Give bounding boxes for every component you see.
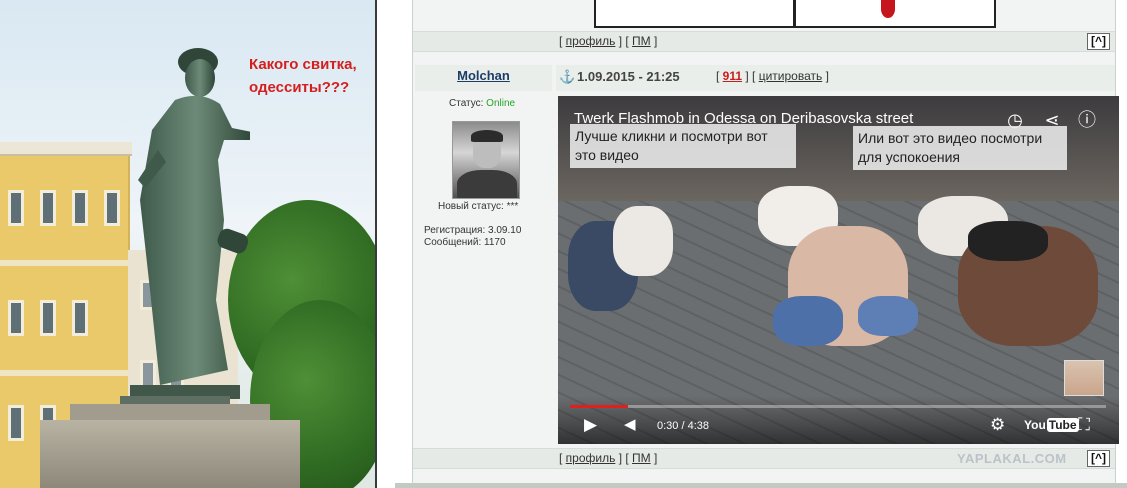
youtube-logo[interactable]: You Tube: [1024, 418, 1079, 432]
video-dancer: [613, 206, 673, 276]
author-name-link[interactable]: Molchan: [457, 68, 510, 83]
post-actions: [ профиль ] [ ПМ ]: [559, 451, 658, 465]
status-value: Online: [486, 98, 516, 109]
previous-post-image: [594, 0, 996, 28]
duke-statue-photo: Какого свитка, одесситы???: [0, 0, 375, 488]
youtube-logo-you: You: [1024, 418, 1046, 432]
quote-link[interactable]: цитировать: [759, 69, 823, 83]
post-number-link[interactable]: 911: [723, 69, 742, 83]
scroll-up-button[interactable]: [^]: [1087, 33, 1110, 50]
messages-value: 1170: [484, 237, 506, 248]
youtube-logo-tube: Tube: [1046, 418, 1079, 432]
registration-label: Регистрация:: [424, 225, 486, 236]
video-dancer: [968, 221, 1048, 261]
author-stats: Регистрация: 3.09.10 Сообщений: 1170: [424, 225, 521, 249]
previous-post-actions-row: [ профиль ] [ ПМ ] [^]: [413, 31, 1115, 52]
horizontal-scrollbar[interactable]: [395, 483, 1127, 488]
new-status: Новый статус: ***: [438, 201, 519, 212]
post-meta-cell: ⚓ 1.09.2015 - 21:25 [ 911 ] [ цитировать…: [556, 65, 1115, 91]
forum-thread: [ профиль ] [ ПМ ] [^] Molchan ⚓ 1.09.20…: [377, 0, 1127, 488]
post-date: 1.09.2015 - 21:25: [577, 69, 680, 84]
play-icon[interactable]: ▶: [584, 414, 597, 436]
video-progress-fill: [570, 405, 628, 408]
video-dancer: [773, 296, 843, 346]
post-table: [ профиль ] [ ПМ ] [^] Molchan ⚓ 1.09.20…: [412, 0, 1119, 488]
avatar[interactable]: [452, 121, 520, 199]
author-sidebar: Статус: Online Новый статус: *** Регистр…: [415, 93, 552, 445]
statue-figure: [130, 48, 250, 399]
status-line: Статус: Online: [449, 98, 515, 109]
video-endscreen-thumbnail[interactable]: [1064, 360, 1104, 396]
profile-link[interactable]: профиль: [566, 34, 616, 48]
messages-label: Сообщений:: [424, 237, 482, 248]
pedestal: [40, 420, 300, 488]
post-links: [ 911 ] [ цитировать ]: [716, 69, 829, 83]
youtube-video-player[interactable]: Twerk Flashmob in Odessa on Deribasovska…: [558, 96, 1119, 444]
scroll-up-button[interactable]: [^]: [1087, 450, 1110, 467]
video-annotation-left[interactable]: Лучше кликни и посмотри вот это видео: [570, 124, 796, 168]
post-author-cell: Molchan: [415, 65, 552, 91]
status-label: Статус:: [449, 98, 484, 109]
profile-link[interactable]: профиль: [566, 451, 616, 465]
photo-caption: Какого свитка, одесситы???: [249, 56, 357, 96]
settings-gear-icon[interactable]: ⚙: [990, 414, 1005, 436]
volume-icon[interactable]: ◀: [624, 414, 636, 436]
pm-link[interactable]: ПМ: [632, 451, 651, 465]
video-dancer: [858, 296, 918, 336]
anchor-icon[interactable]: ⚓: [559, 69, 575, 85]
video-annotation-right[interactable]: Или вот это видео посмотри для успокоени…: [853, 126, 1067, 170]
info-icon[interactable]: ⓘ: [1076, 109, 1098, 131]
video-time: 0:30 / 4:38: [657, 420, 709, 432]
registration-value: 3.09.10: [488, 225, 522, 236]
site-watermark: YAPLAKAL.COM: [957, 451, 1067, 466]
pm-link[interactable]: ПМ: [632, 34, 651, 48]
fullscreen-icon[interactable]: ⛶: [1078, 414, 1090, 436]
video-progress-bar[interactable]: [570, 405, 1106, 408]
previous-post-actions: [ профиль ] [ ПМ ]: [559, 34, 658, 48]
screenshot-root: Какого свитка, одесситы??? [ профиль ] […: [0, 0, 1127, 488]
